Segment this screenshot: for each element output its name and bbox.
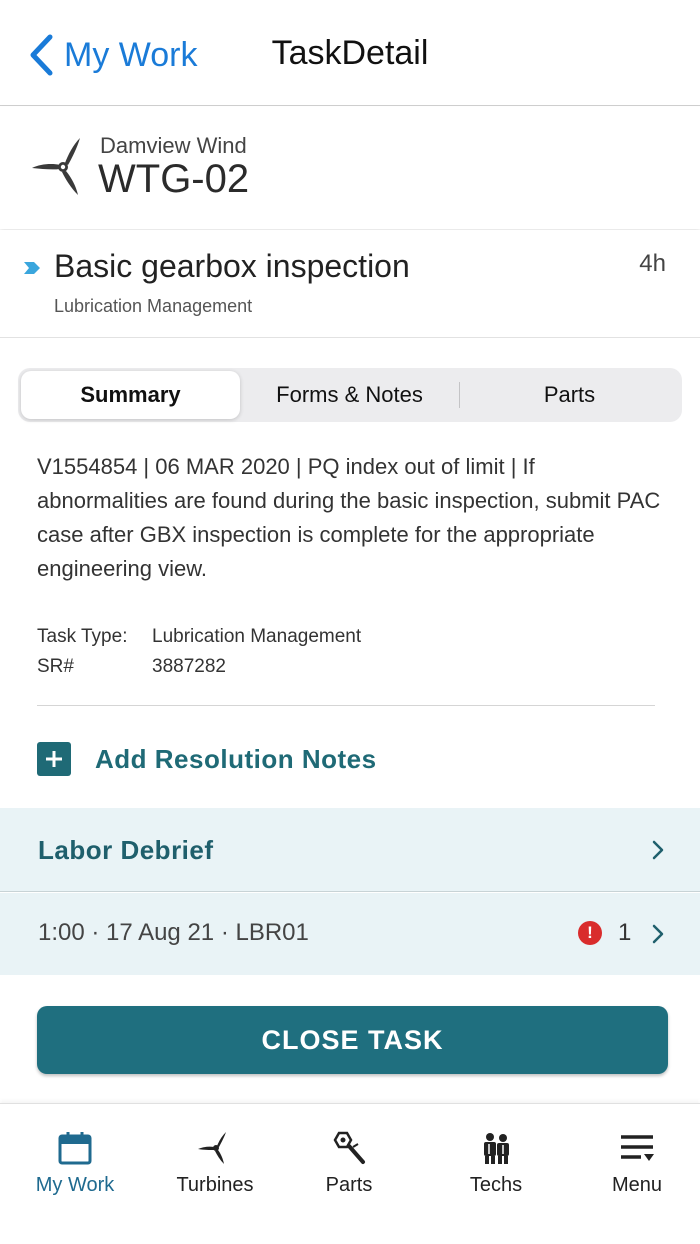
page-title: TaskDetail (271, 34, 429, 72)
task-header: Basic gearbox inspection Lubrication Man… (0, 230, 700, 338)
bottom-tab-turbines[interactable]: Turbines (155, 1130, 275, 1200)
error-icon: ! (578, 921, 602, 945)
add-resolution-notes-label: Add Resolution Notes (95, 743, 377, 774)
turbine-header: Damview Wind WTG-02 (0, 107, 700, 229)
task-duration: 4h (639, 250, 666, 277)
task-type-label: Task Type: (37, 626, 128, 647)
bottom-tab-label: Parts (325, 1174, 373, 1196)
bottom-tab-parts[interactable]: Parts (289, 1130, 409, 1200)
segmented-tabs: Summary Forms & Notes Parts (18, 368, 682, 422)
labor-entry-text: 1:00 · 17 Aug 21 · LBR01 (38, 919, 309, 946)
add-resolution-notes-button[interactable]: Add Resolution Notes (37, 742, 377, 776)
turbine-icon (32, 138, 80, 195)
calendar-icon (58, 1132, 92, 1165)
tab-forms-notes[interactable]: Forms & Notes (240, 371, 459, 419)
chevron-right-icon (652, 840, 664, 860)
task-category: Lubrication Management (54, 296, 253, 316)
bottom-tab-label: Turbines (176, 1174, 254, 1196)
bottom-tab-techs[interactable]: Techs (436, 1130, 556, 1200)
close-task-button[interactable]: CLOSE TASK (37, 1006, 668, 1074)
bottom-tab-menu[interactable]: Menu (577, 1130, 697, 1200)
tab-parts[interactable]: Parts (460, 371, 679, 419)
labor-debrief-header[interactable]: Labor Debrief (0, 808, 700, 892)
task-type-value: Lubrication Management (152, 626, 362, 647)
navigation-bar: My Work TaskDetail (0, 0, 700, 106)
labor-error-count: 1 (618, 919, 632, 946)
menu-icon (621, 1135, 654, 1161)
tab-summary[interactable]: Summary (21, 371, 240, 419)
sr-row: SR# 3887282 (37, 656, 226, 678)
sr-value: 3887282 (152, 656, 226, 677)
sr-label: SR# (37, 656, 74, 677)
chevron-marker-icon (24, 262, 40, 274)
divider (37, 705, 655, 706)
labor-entry-row[interactable]: 1:00 · 17 Aug 21 · LBR01 ! 1 (0, 893, 700, 975)
task-title: Basic gearbox inspection (54, 248, 410, 284)
wrench-nut-icon (333, 1131, 365, 1164)
bottom-tab-my-work[interactable]: My Work (15, 1130, 135, 1200)
site-name: Damview Wind (100, 133, 247, 158)
bottom-tab-label: My Work (35, 1174, 115, 1196)
bottom-tab-label: Techs (469, 1174, 523, 1196)
task-type-row: Task Type: Lubrication Management (37, 626, 361, 648)
task-description: V1554854 | 06 MAR 2020 | PQ index out of… (37, 454, 661, 581)
bottom-tab-label: Menu (611, 1174, 663, 1196)
chevron-right-icon (652, 924, 664, 944)
plus-icon (37, 742, 71, 776)
turbine-id: WTG-02 (98, 157, 250, 201)
turbine-icon (198, 1132, 226, 1164)
bottom-tab-bar: My Work Turbines Parts Techs Menu (0, 1103, 700, 1244)
technicians-icon (484, 1133, 509, 1164)
labor-debrief-title: Labor Debrief (38, 835, 214, 865)
